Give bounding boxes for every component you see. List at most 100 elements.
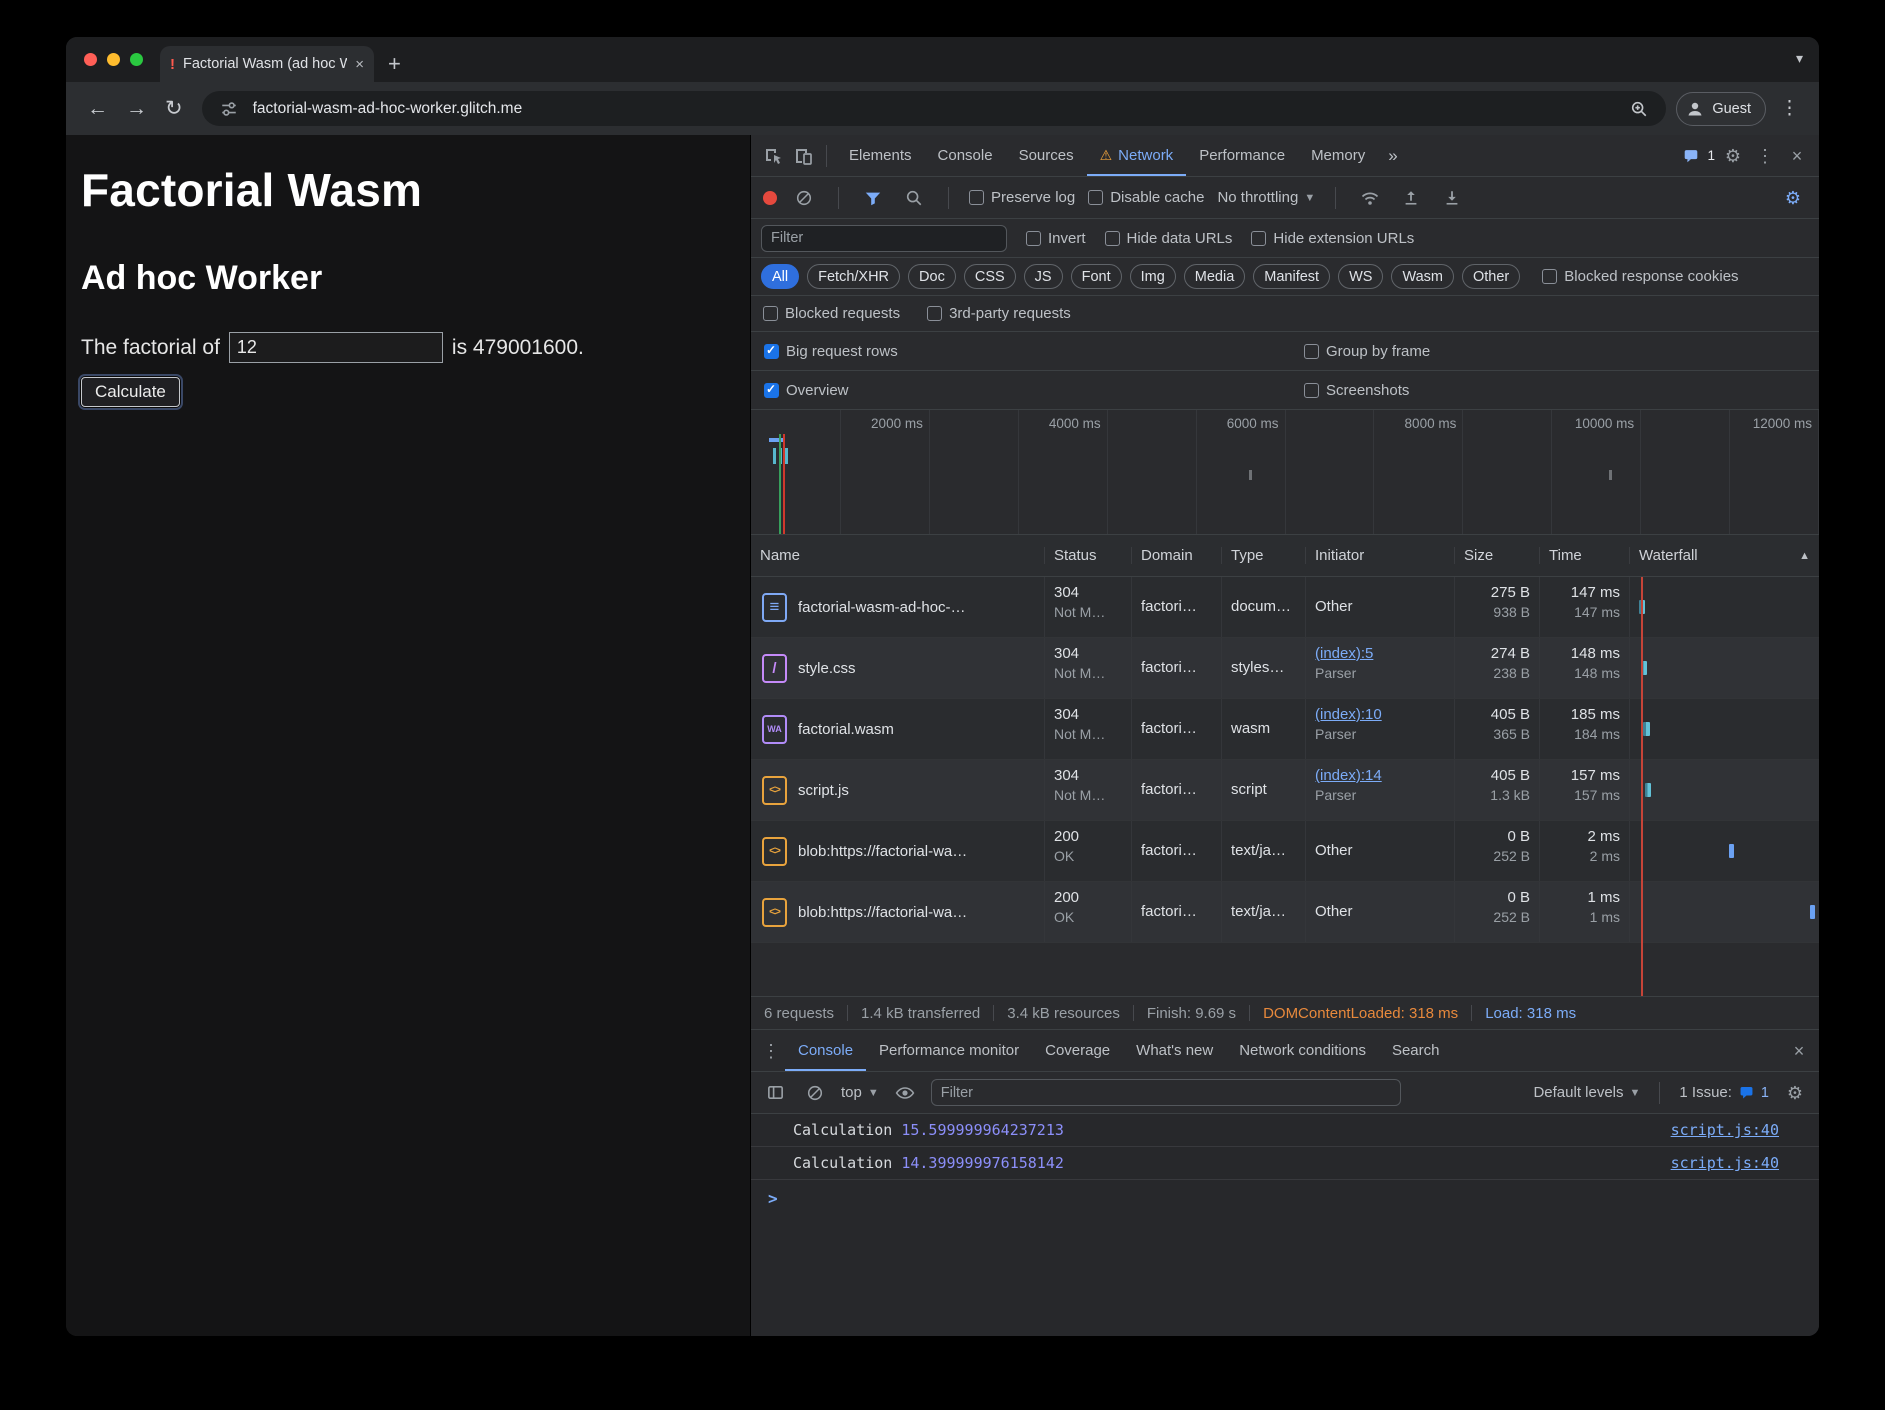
site-settings-icon[interactable] — [215, 95, 243, 123]
third-party-requests-checkbox[interactable]: 3rd-party requests — [927, 305, 1071, 322]
request-row[interactable]: factorial.wasm304Not M…factori…wasm(inde… — [751, 699, 1819, 760]
drawer-tab-coverage[interactable]: Coverage — [1032, 1030, 1123, 1071]
network-conditions-icon[interactable] — [1356, 184, 1384, 212]
devtools-tab-network[interactable]: ⚠Network — [1087, 135, 1187, 176]
drawer-close-icon[interactable]: × — [1785, 1037, 1813, 1065]
column-header-waterfall[interactable]: Waterfall▲ — [1629, 547, 1819, 564]
console-sidebar-icon[interactable] — [761, 1079, 789, 1107]
drawer-tab-what-s-new[interactable]: What's new — [1123, 1030, 1226, 1071]
tab-search-button[interactable]: ▾ — [1796, 50, 1803, 67]
clear-network-log-icon[interactable] — [790, 184, 818, 212]
inspect-element-icon[interactable] — [759, 142, 787, 170]
request-row[interactable]: script.js304Not M…factori…script(index):… — [751, 760, 1819, 821]
initiator-link[interactable]: (index):5 — [1315, 644, 1445, 664]
filter-chip-manifest[interactable]: Manifest — [1253, 264, 1330, 289]
devtools-close-icon[interactable]: × — [1783, 142, 1811, 170]
new-tab-button[interactable]: + — [374, 46, 415, 82]
column-header-initiator[interactable]: Initiator — [1305, 547, 1454, 564]
invert-checkbox[interactable]: Invert — [1026, 230, 1086, 247]
overview-checkbox[interactable]: Overview — [764, 382, 1304, 399]
zoom-icon[interactable] — [1625, 95, 1653, 123]
console-settings-icon[interactable]: ⚙ — [1781, 1079, 1809, 1107]
filter-chip-ws[interactable]: WS — [1338, 264, 1383, 289]
browser-menu-button[interactable]: ⋮ — [1772, 97, 1807, 120]
column-header-time[interactable]: Time — [1539, 547, 1629, 564]
filter-chip-font[interactable]: Font — [1071, 264, 1122, 289]
drawer-tab-performance-monitor[interactable]: Performance monitor — [866, 1030, 1032, 1071]
tab-close-icon[interactable]: × — [355, 56, 364, 73]
forward-button[interactable]: → — [117, 97, 156, 121]
column-header-type[interactable]: Type — [1221, 547, 1305, 564]
console-filter-input[interactable] — [931, 1079, 1401, 1106]
column-header-size[interactable]: Size — [1454, 547, 1539, 564]
group-by-frame-checkbox[interactable]: Group by frame — [1304, 343, 1430, 360]
disable-cache-checkbox[interactable]: Disable cache — [1088, 189, 1204, 206]
filter-chip-media[interactable]: Media — [1184, 264, 1246, 289]
request-row[interactable]: style.css304Not M…factori…styles…(index)… — [751, 638, 1819, 699]
eye-icon[interactable] — [891, 1079, 919, 1107]
column-header-status[interactable]: Status — [1044, 547, 1131, 564]
back-button[interactable]: ← — [78, 97, 117, 121]
filter-chip-other[interactable]: Other — [1462, 264, 1520, 289]
big-request-rows-checkbox[interactable]: Big request rows — [764, 343, 1304, 360]
initiator-link[interactable]: (index):14 — [1315, 766, 1445, 786]
filter-chip-css[interactable]: CSS — [964, 264, 1016, 289]
devtools-menu-icon[interactable]: ⋮ — [1751, 142, 1779, 170]
filter-chip-fetch-xhr[interactable]: Fetch/XHR — [807, 264, 900, 289]
filter-chip-doc[interactable]: Doc — [908, 264, 956, 289]
filter-chip-wasm[interactable]: Wasm — [1391, 264, 1454, 289]
search-icon[interactable] — [900, 184, 928, 212]
import-har-icon[interactable] — [1397, 184, 1425, 212]
console-prompt-chevron[interactable]: > — [751, 1180, 1819, 1208]
guest-profile-button[interactable]: Guest — [1676, 92, 1766, 126]
blocked-requests-checkbox[interactable]: Blocked requests — [763, 305, 900, 322]
maximize-window-button[interactable] — [130, 53, 143, 66]
clear-console-icon[interactable] — [801, 1079, 829, 1107]
factorial-input[interactable] — [229, 332, 443, 363]
more-tabs-icon[interactable]: » — [1380, 146, 1405, 166]
console-context-dropdown[interactable]: top▼ — [841, 1084, 879, 1101]
drawer-tab-network-conditions[interactable]: Network conditions — [1226, 1030, 1379, 1071]
console-source-link[interactable]: script.js:40 — [1671, 1121, 1779, 1139]
devtools-tab-console[interactable]: Console — [925, 135, 1006, 176]
export-har-icon[interactable] — [1438, 184, 1466, 212]
close-window-button[interactable] — [84, 53, 97, 66]
log-levels-dropdown[interactable]: Default levels▼ — [1533, 1084, 1640, 1101]
initiator-link[interactable]: (index):10 — [1315, 705, 1445, 725]
hide-data-urls-checkbox[interactable]: Hide data URLs — [1105, 230, 1233, 247]
url-bar[interactable]: factorial-wasm-ad-hoc-worker.glitch.me — [202, 91, 1667, 126]
devtools-tab-memory[interactable]: Memory — [1298, 135, 1378, 176]
drawer-tab-console[interactable]: Console — [785, 1030, 866, 1071]
network-overview-timeline[interactable]: 2000 ms4000 ms6000 ms8000 ms10000 ms1200… — [751, 410, 1819, 535]
reload-button[interactable]: ↻ — [156, 96, 192, 121]
blocked-response-cookies-checkbox[interactable]: Blocked response cookies — [1542, 268, 1738, 285]
hide-extension-urls-checkbox[interactable]: Hide extension URLs — [1251, 230, 1414, 247]
network-settings-icon[interactable]: ⚙ — [1779, 184, 1807, 212]
devtools-settings-icon[interactable]: ⚙ — [1719, 142, 1747, 170]
column-header-domain[interactable]: Domain — [1131, 547, 1221, 564]
console-messages-icon[interactable] — [1677, 142, 1705, 170]
drawer-tab-search[interactable]: Search — [1379, 1030, 1453, 1071]
console-source-link[interactable]: script.js:40 — [1671, 1154, 1779, 1172]
preserve-log-checkbox[interactable]: Preserve log — [969, 189, 1075, 206]
screenshots-checkbox[interactable]: Screenshots — [1304, 382, 1409, 399]
issues-counter[interactable]: 1 Issue: 1 — [1679, 1084, 1769, 1101]
network-filter-input[interactable] — [761, 225, 1007, 252]
column-header-name[interactable]: Name — [751, 547, 1044, 564]
devtools-tab-sources[interactable]: Sources — [1006, 135, 1087, 176]
minimize-window-button[interactable] — [107, 53, 120, 66]
device-toolbar-icon[interactable] — [789, 142, 817, 170]
request-row[interactable]: blob:https://factorial-wa…200OKfactori…t… — [751, 821, 1819, 882]
filter-chip-js[interactable]: JS — [1024, 264, 1063, 289]
drawer-menu-icon[interactable]: ⋮ — [757, 1037, 785, 1065]
request-row[interactable]: blob:https://factorial-wa…200OKfactori…t… — [751, 882, 1819, 943]
devtools-tab-elements[interactable]: Elements — [836, 135, 925, 176]
calculate-button[interactable]: Calculate — [81, 377, 180, 407]
throttling-dropdown[interactable]: No throttling▼ — [1217, 189, 1315, 206]
request-row[interactable]: factorial-wasm-ad-hoc-…304Not M…factori…… — [751, 577, 1819, 638]
filter-chip-all[interactable]: All — [761, 264, 799, 289]
filter-chip-img[interactable]: Img — [1130, 264, 1176, 289]
record-network-log-button[interactable] — [763, 191, 777, 205]
devtools-tab-performance[interactable]: Performance — [1186, 135, 1298, 176]
filter-icon[interactable] — [859, 184, 887, 212]
